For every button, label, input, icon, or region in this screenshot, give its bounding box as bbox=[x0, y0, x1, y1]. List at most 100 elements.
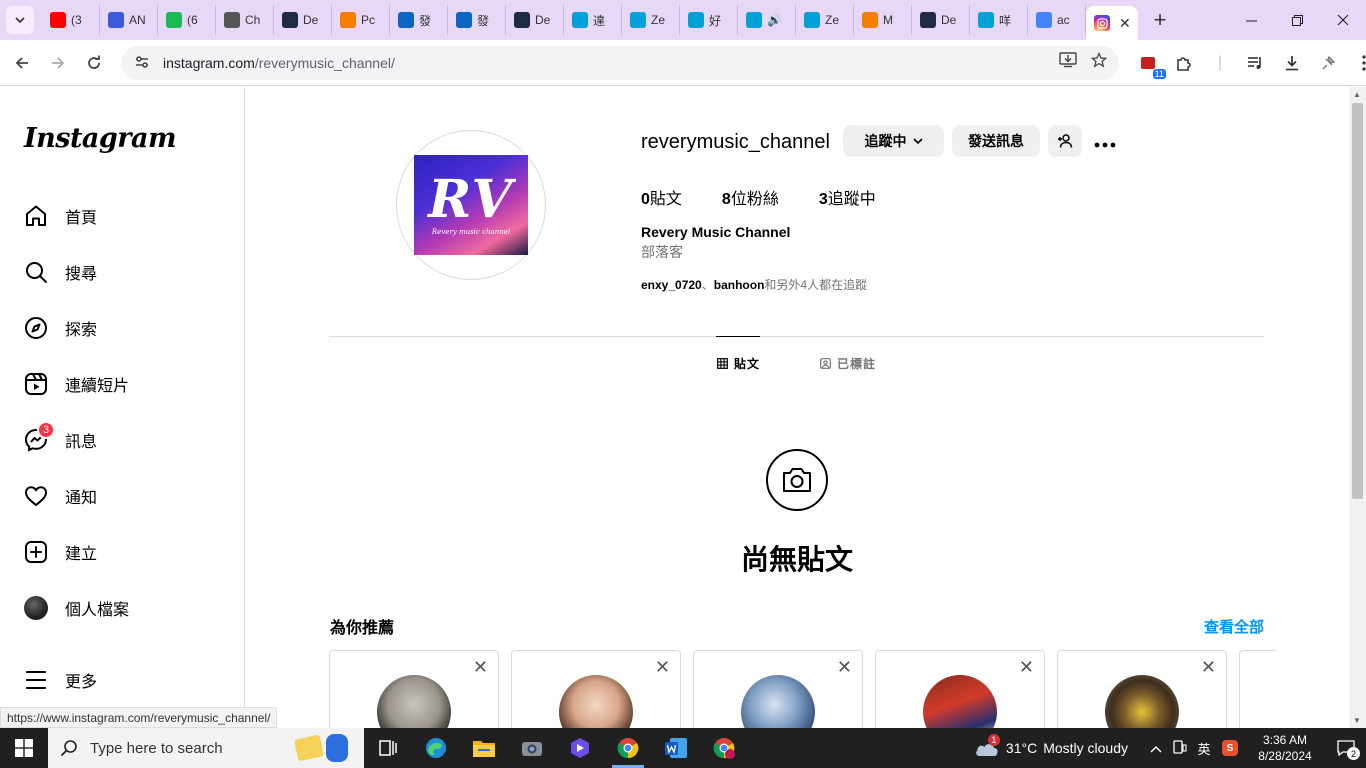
browser-tab[interactable]: 咩 bbox=[970, 5, 1028, 35]
install-app-icon[interactable] bbox=[1059, 52, 1077, 73]
tray-overflow-icon[interactable] bbox=[1144, 741, 1168, 756]
taskbar-app-camera[interactable] bbox=[508, 728, 556, 768]
more-options-button[interactable] bbox=[1094, 131, 1116, 154]
dismiss-suggestion-button[interactable]: ✕ bbox=[1201, 657, 1216, 678]
browser-tab-label: Ze bbox=[651, 13, 666, 27]
browser-tab[interactable]: (6 bbox=[158, 5, 216, 35]
downloads-icon[interactable] bbox=[1280, 51, 1304, 75]
followers-count[interactable]: 8位粉絲 bbox=[722, 185, 779, 209]
task-view-button[interactable] bbox=[364, 728, 412, 768]
taskbar-clock[interactable]: 3:36 AM 8/28/2024 bbox=[1244, 732, 1326, 764]
browser-tab[interactable]: 發 bbox=[390, 5, 448, 35]
instagram-logo[interactable]: Instagram bbox=[24, 123, 177, 154]
suggestion-avatar[interactable] bbox=[377, 675, 451, 728]
extensions-puzzle-icon[interactable] bbox=[1172, 51, 1196, 75]
back-button[interactable] bbox=[4, 45, 40, 81]
extension-badge-icon[interactable]: 11 bbox=[1136, 51, 1166, 79]
browser-tab[interactable]: Ch bbox=[216, 5, 274, 35]
url-path: /reverymusic_channel/ bbox=[254, 55, 395, 71]
scroll-up-arrow[interactable]: ▲ bbox=[1353, 90, 1361, 99]
weather-widget[interactable]: 1 31°C Mostly cloudy bbox=[974, 734, 1128, 758]
browser-tab[interactable]: (3 bbox=[42, 5, 100, 35]
browser-tab[interactable]: M bbox=[854, 5, 912, 35]
browser-tab[interactable]: De bbox=[274, 5, 332, 35]
page-scrollbar[interactable]: ▲ ▼ bbox=[1349, 87, 1366, 728]
sidebar-item-reels[interactable]: 連續短片 bbox=[24, 368, 129, 400]
browser-menu-icon[interactable] bbox=[1352, 51, 1366, 75]
dismiss-suggestion-button[interactable]: ✕ bbox=[1019, 657, 1034, 678]
sidebar-item-explore[interactable]: 探索 bbox=[24, 312, 97, 344]
sidebar-item-profile[interactable]: 個人檔案 bbox=[24, 592, 129, 624]
browser-tab[interactable]: Pc bbox=[332, 5, 390, 35]
taskbar-app-word[interactable] bbox=[652, 728, 700, 768]
tab-tagged[interactable]: 已標註 bbox=[820, 355, 876, 372]
browser-tab[interactable]: De bbox=[912, 5, 970, 35]
device-icon[interactable] bbox=[1168, 739, 1192, 757]
sidebar-item-create[interactable]: 建立 bbox=[24, 536, 97, 568]
following-count[interactable]: 3追蹤中 bbox=[819, 185, 876, 209]
notification-center-button[interactable]: 2 bbox=[1326, 728, 1366, 768]
taskbar-app-edge[interactable] bbox=[412, 728, 460, 768]
dismiss-suggestion-button[interactable]: ✕ bbox=[655, 657, 670, 678]
sidebar-item-notifications[interactable]: 通知 bbox=[24, 480, 97, 512]
taskbar-app-clipchamp[interactable] bbox=[556, 728, 604, 768]
dismiss-suggestion-button[interactable]: ✕ bbox=[473, 657, 488, 678]
extension-pin-icon[interactable] bbox=[1316, 51, 1340, 75]
ime-indicator[interactable]: 英 bbox=[1192, 739, 1216, 758]
send-message-button[interactable]: 發送訊息 bbox=[952, 125, 1040, 157]
taskbar-search-box[interactable]: Type here to search bbox=[48, 728, 364, 768]
suggestion-card[interactable]: ✕ bbox=[511, 650, 681, 728]
taskbar-search-placeholder: Type here to search bbox=[90, 739, 223, 757]
browser-tab[interactable]: 發 bbox=[448, 5, 506, 35]
taskbar-app-chrome[interactable] bbox=[604, 728, 652, 768]
new-tab-button[interactable]: + bbox=[1146, 6, 1174, 34]
browser-tab[interactable]: Ze bbox=[622, 5, 680, 35]
browser-tab[interactable]: De bbox=[506, 5, 564, 35]
tab-instagram-active[interactable]: ✕ bbox=[1086, 6, 1138, 40]
suggested-users-button[interactable] bbox=[1048, 125, 1082, 157]
suggestion-card-partial[interactable] bbox=[1239, 650, 1279, 728]
following-button[interactable]: 追蹤中 bbox=[843, 125, 944, 157]
reload-button[interactable] bbox=[76, 45, 112, 81]
tab-close-button[interactable]: ✕ bbox=[1119, 15, 1131, 32]
suggestion-card[interactable]: ✕ bbox=[875, 650, 1045, 728]
close-window-button[interactable] bbox=[1320, 0, 1366, 40]
scrollbar-thumb[interactable] bbox=[1352, 103, 1363, 499]
bookmark-star-icon[interactable] bbox=[1090, 51, 1108, 73]
browser-tab[interactable]: 達 bbox=[564, 5, 622, 35]
suggestion-avatar[interactable] bbox=[1105, 675, 1179, 728]
browser-tab[interactable]: ac bbox=[1028, 5, 1086, 35]
dismiss-suggestion-button[interactable]: ✕ bbox=[837, 657, 852, 678]
tab-posts[interactable]: 貼文 bbox=[717, 355, 760, 372]
tab-search-button[interactable] bbox=[6, 6, 34, 34]
sidebar-item-more[interactable]: 更多 bbox=[24, 664, 97, 696]
minimize-button[interactable] bbox=[1228, 0, 1274, 40]
browser-tab[interactable]: 好 bbox=[680, 5, 738, 35]
address-bar[interactable]: instagram.com/reverymusic_channel/ bbox=[121, 46, 1119, 80]
suggestion-avatar[interactable] bbox=[559, 675, 633, 728]
profile-picture[interactable]: RV Revery music channel bbox=[396, 130, 546, 280]
taskbar-app-file-explorer[interactable] bbox=[460, 728, 508, 768]
browser-tab[interactable]: AN bbox=[100, 5, 158, 35]
sidebar-item-search[interactable]: 搜尋 bbox=[24, 256, 97, 288]
sogou-input-icon[interactable]: S bbox=[1216, 740, 1244, 756]
start-button[interactable] bbox=[0, 728, 48, 768]
followed-by-text[interactable]: enxy_0720、banhoon和另外4人都在追蹤 bbox=[641, 276, 867, 293]
scroll-down-arrow[interactable]: ▼ bbox=[1353, 716, 1361, 725]
see-all-link[interactable]: 查看全部 bbox=[1204, 616, 1264, 637]
suggestion-avatar[interactable] bbox=[923, 675, 997, 728]
suggestion-card[interactable]: ✕ bbox=[693, 650, 863, 728]
forward-button[interactable] bbox=[40, 45, 76, 81]
sidebar-item-messages[interactable]: 3 訊息 bbox=[24, 421, 97, 456]
taskbar-app-chrome-profile[interactable] bbox=[700, 728, 748, 768]
restore-button[interactable] bbox=[1274, 0, 1320, 40]
site-info-icon[interactable] bbox=[127, 54, 157, 73]
suggestion-card[interactable]: ✕ bbox=[329, 650, 499, 728]
browser-tab[interactable]: 🔊 bbox=[738, 5, 796, 35]
media-control-icon[interactable] bbox=[1244, 51, 1268, 75]
sidebar-item-home[interactable]: 首頁 bbox=[24, 200, 97, 232]
browser-tab[interactable]: Ze bbox=[796, 5, 854, 35]
suggestion-card[interactable]: ✕ bbox=[1057, 650, 1227, 728]
suggestion-avatar[interactable] bbox=[741, 675, 815, 728]
hexagon-icon bbox=[514, 12, 530, 28]
